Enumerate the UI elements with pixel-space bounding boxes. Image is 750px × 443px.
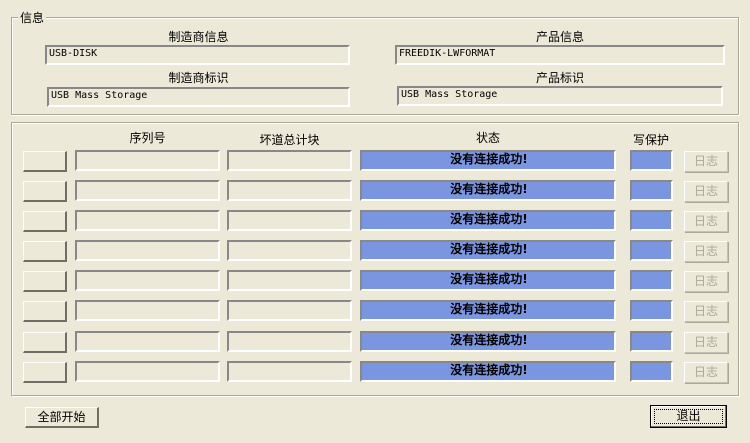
write-protect-field [630,150,673,171]
bad-blocks-field[interactable] [227,331,352,352]
serial-field[interactable] [75,210,220,231]
log-button[interactable]: 日志 [684,241,728,262]
write-protect-field [630,361,673,382]
serial-field[interactable] [75,180,220,201]
row-select-button[interactable] [23,151,67,172]
manufacturer-info-field[interactable]: USB-DISK [45,45,350,65]
serial-field[interactable] [75,361,220,382]
write-protect-field [630,240,673,261]
row-select-button[interactable] [23,332,67,353]
status-field: 没有连接成功! [360,270,616,291]
bad-blocks-field[interactable] [227,270,352,291]
header-bad-blocks: 坏道总计块 [259,133,320,147]
row-select-button[interactable] [23,362,67,383]
header-serial: 序列号 [129,131,166,145]
write-protect-field [630,180,673,201]
bad-blocks-field[interactable] [227,361,352,382]
write-protect-field [630,300,673,321]
log-button[interactable]: 日志 [684,271,728,292]
header-status: 状态 [475,131,500,145]
write-protect-field [630,210,673,231]
write-protect-field [630,270,673,291]
product-info-field[interactable]: FREEDIK-LWFORMAT [395,45,725,65]
manufacturer-id-label: 制造商标识 [168,71,229,85]
serial-field[interactable] [75,150,220,171]
exit-button[interactable]: 退出 [650,405,727,428]
manufacturer-id-field[interactable]: USB Mass Storage [47,87,350,107]
log-button[interactable]: 日志 [684,211,728,232]
log-button[interactable]: 日志 [684,301,728,322]
header-write-protect: 写保护 [632,133,669,147]
serial-field[interactable] [75,300,220,321]
status-field: 没有连接成功! [360,150,616,171]
product-id-label: 产品标识 [535,71,584,85]
bad-blocks-field[interactable] [227,300,352,321]
bad-blocks-field[interactable] [227,240,352,261]
status-field: 没有连接成功! [360,210,616,231]
start-all-button[interactable]: 全部开始 [25,407,99,428]
status-field: 没有连接成功! [360,331,616,352]
bad-blocks-field[interactable] [227,180,352,201]
serial-field[interactable] [75,270,220,291]
status-field: 没有连接成功! [360,361,616,382]
status-field: 没有连接成功! [360,240,616,261]
status-field: 没有连接成功! [360,180,616,201]
serial-field[interactable] [75,240,220,261]
row-select-button[interactable] [23,301,67,322]
row-select-button[interactable] [23,271,67,292]
row-select-button[interactable] [23,211,67,232]
log-button[interactable]: 日志 [684,332,728,353]
bad-blocks-field[interactable] [227,150,352,171]
bad-blocks-field[interactable] [227,210,352,231]
row-select-button[interactable] [23,181,67,202]
log-button[interactable]: 日志 [684,362,728,383]
status-field: 没有连接成功! [360,300,616,321]
serial-field[interactable] [75,331,220,352]
info-group-title: 信息 [18,9,47,26]
log-button[interactable]: 日志 [684,181,728,202]
log-button[interactable]: 日志 [684,151,728,172]
manufacturer-info-label: 制造商信息 [168,30,229,44]
write-protect-field [630,331,673,352]
product-info-label: 产品信息 [535,30,584,44]
product-id-field[interactable]: USB Mass Storage [397,86,723,106]
row-select-button[interactable] [23,241,67,262]
